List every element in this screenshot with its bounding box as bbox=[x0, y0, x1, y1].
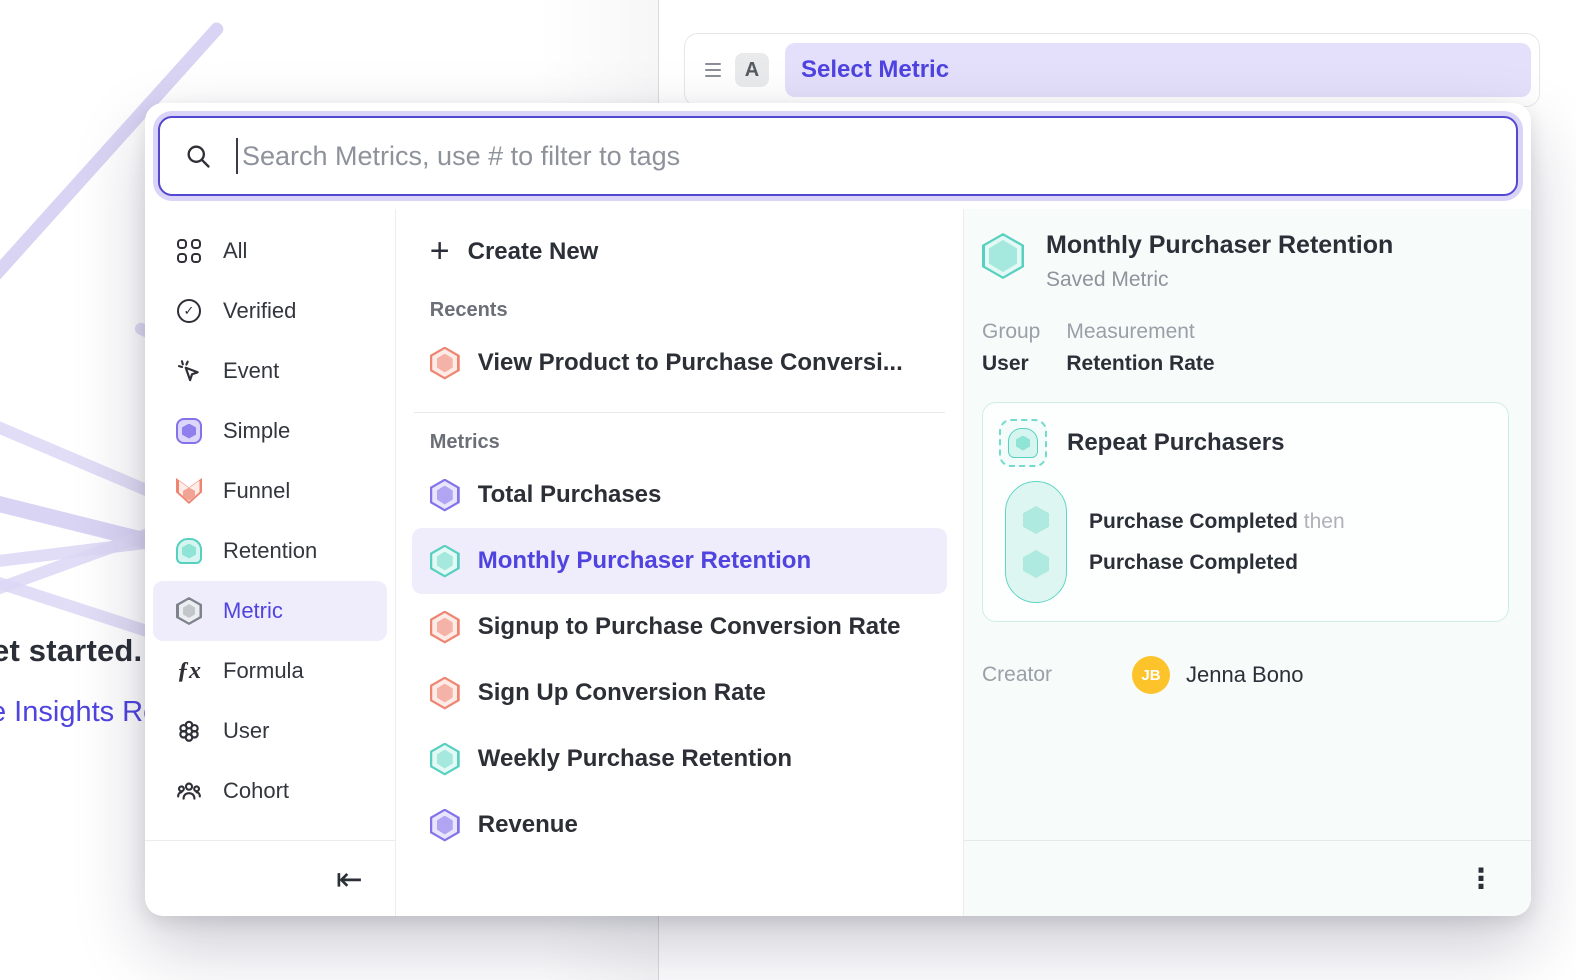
measurement-label: Measurement bbox=[1066, 320, 1214, 344]
creator-label: Creator bbox=[982, 663, 1132, 687]
funnel-icon bbox=[175, 477, 203, 505]
measurement-meta: Measurement Retention Rate bbox=[1066, 320, 1214, 376]
metric-picker-modal: All ✓ Verified Event bbox=[145, 103, 1531, 916]
metric-item-total-purchases[interactable]: Total Purchases bbox=[412, 462, 947, 528]
creator-name: Jenna Bono bbox=[1186, 662, 1303, 688]
search-box[interactable] bbox=[158, 116, 1518, 196]
sidebar-item-all[interactable]: All bbox=[153, 221, 387, 281]
list-divider bbox=[414, 412, 945, 413]
background-heading-fragment: et started. bbox=[0, 633, 142, 669]
sidebar-item-retention[interactable]: Retention bbox=[153, 521, 387, 581]
metrics-list-column: + Create New Recents View Product to Pur… bbox=[396, 209, 964, 916]
metric-type-icon bbox=[982, 233, 1024, 279]
recent-item[interactable]: View Product to Purchase Conversi... bbox=[412, 330, 947, 396]
group-value: User bbox=[982, 352, 1040, 376]
definition-header: Repeat Purchasers bbox=[999, 419, 1492, 467]
metric-preview-panel: Monthly Purchaser Retention Saved Metric… bbox=[964, 209, 1531, 916]
group-label: Group bbox=[982, 320, 1040, 344]
cohort-people-icon bbox=[175, 777, 203, 805]
measurement-value: Retention Rate bbox=[1066, 352, 1214, 376]
sidebar-item-event[interactable]: Event bbox=[153, 341, 387, 401]
step-2-event: Purchase Completed bbox=[1089, 551, 1298, 574]
recents-heading: Recents bbox=[430, 299, 947, 322]
preview-meta: Group User Measurement Retention Rate bbox=[982, 320, 1509, 376]
metric-icon bbox=[430, 611, 460, 644]
metric-icon bbox=[430, 809, 460, 842]
preview-footer: ⋮ bbox=[964, 840, 1531, 916]
preview-title: Monthly Purchaser Retention bbox=[1046, 231, 1393, 260]
search-input[interactable] bbox=[242, 141, 1492, 172]
group-meta: Group User bbox=[982, 320, 1040, 376]
simple-insight-icon bbox=[175, 417, 203, 445]
create-new-button[interactable]: + Create New bbox=[412, 223, 947, 281]
metric-icon bbox=[430, 545, 460, 578]
preview-subtitle: Saved Metric bbox=[1046, 268, 1393, 292]
search-wrap bbox=[145, 103, 1531, 196]
page: et started. e Insights Re A Select Metri… bbox=[0, 0, 1576, 980]
select-metric-pill[interactable]: Select Metric bbox=[785, 43, 1531, 97]
definition-name: Repeat Purchasers bbox=[1067, 429, 1284, 457]
sidebar-item-user[interactable]: User bbox=[153, 701, 387, 761]
plus-icon: + bbox=[430, 234, 450, 268]
text-caret bbox=[236, 138, 238, 174]
cursor-click-icon bbox=[175, 357, 203, 385]
metric-item-sign-up-conversion-rate[interactable]: Sign Up Conversion Rate bbox=[412, 660, 947, 726]
metric-item-signup-to-purchase-conversion-rate[interactable]: Signup to Purchase Conversion Rate bbox=[412, 594, 947, 660]
series-letter-badge: A bbox=[735, 53, 769, 87]
search-icon bbox=[184, 142, 212, 170]
metric-icon bbox=[430, 479, 460, 512]
grid-icon bbox=[175, 237, 203, 265]
category-sidebar: All ✓ Verified Event bbox=[145, 209, 396, 916]
step-1-event: Purchase Completed bbox=[1089, 510, 1298, 533]
preview-header: Monthly Purchaser Retention Saved Metric bbox=[982, 231, 1509, 292]
retention-icon bbox=[175, 537, 203, 565]
definition-steps: Purchase Completed then Purchase Complet… bbox=[1089, 501, 1345, 583]
event-sequence-capsule-icon bbox=[1005, 481, 1067, 603]
step-connector: then bbox=[1304, 510, 1345, 533]
definition-body: Purchase Completed then Purchase Complet… bbox=[999, 481, 1492, 603]
metric-hexagon-icon bbox=[175, 597, 203, 625]
sidebar-item-formula[interactable]: ƒx Formula bbox=[153, 641, 387, 701]
sidebar-item-metric[interactable]: Metric bbox=[153, 581, 387, 641]
more-options-button[interactable]: ⋮ bbox=[1467, 862, 1495, 895]
creator-avatar: JB bbox=[1132, 656, 1170, 694]
badge-check-icon: ✓ bbox=[175, 297, 203, 325]
sidebar-item-cohort[interactable]: Cohort bbox=[153, 761, 387, 821]
drag-handle-icon[interactable] bbox=[705, 63, 721, 77]
sidebar-item-verified[interactable]: ✓ Verified bbox=[153, 281, 387, 341]
modal-body: All ✓ Verified Event bbox=[145, 209, 1531, 916]
sidebar-item-simple[interactable]: Simple bbox=[153, 401, 387, 461]
background-link-fragment[interactable]: e Insights Re bbox=[0, 696, 159, 729]
user-cluster-icon bbox=[175, 717, 203, 745]
retention-definition-icon bbox=[999, 419, 1047, 467]
metric-slot-card: A Select Metric bbox=[684, 33, 1540, 107]
definition-card: Repeat Purchasers Purchase Completed the… bbox=[982, 402, 1509, 622]
metric-item-monthly-purchaser-retention[interactable]: Monthly Purchaser Retention bbox=[412, 528, 947, 594]
metric-icon bbox=[430, 743, 460, 776]
collapse-sidebar-button[interactable]: ⇤ bbox=[336, 863, 363, 895]
metric-item-revenue[interactable]: Revenue bbox=[412, 792, 947, 858]
metric-item-weekly-purchase-retention[interactable]: Weekly Purchase Retention bbox=[412, 726, 947, 792]
creator-row: Creator JB Jenna Bono bbox=[982, 656, 1509, 694]
funnel-metric-icon bbox=[430, 347, 460, 380]
sidebar-item-funnel[interactable]: Funnel bbox=[153, 461, 387, 521]
formula-icon: ƒx bbox=[175, 657, 203, 685]
metrics-heading: Metrics bbox=[430, 431, 947, 454]
sidebar-footer: ⇤ bbox=[145, 840, 395, 916]
metric-icon bbox=[430, 677, 460, 710]
